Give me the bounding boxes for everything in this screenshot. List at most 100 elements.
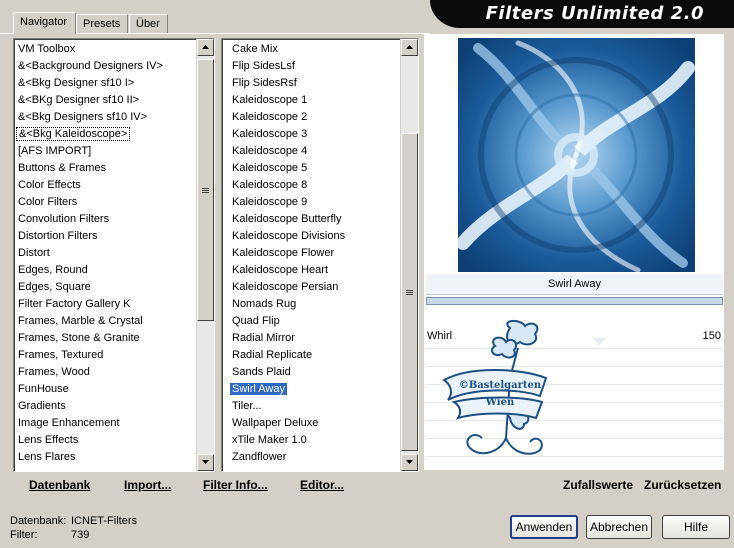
filter-list-item[interactable]: Kaleidoscope 4 (228, 143, 400, 160)
list-item-label: Swirl Away (230, 383, 287, 395)
list-item-label: Kaleidoscope Butterfly (232, 213, 342, 225)
filter-list-item[interactable]: Kaleidoscope Flower (228, 245, 400, 262)
filter-list[interactable]: Cake Mix Flip SidesLsf Flip SidesRsf Kaleid… (228, 39, 400, 466)
list-item-label: Filter Factory Gallery K (18, 298, 131, 310)
scroll-down-icon[interactable] (197, 454, 214, 471)
filter-list-item[interactable]: Tiler... (228, 398, 400, 415)
filter-list-item[interactable]: Zandflower (228, 449, 400, 466)
filter-list-item[interactable]: xTile Maker 1.0 (228, 432, 400, 449)
database-link[interactable]: Datenbank (29, 478, 90, 492)
category-list[interactable]: VM Toolbox &<Background Designers IV> &<Bk… (14, 39, 196, 466)
filter-list-item[interactable]: Sands Plaid (228, 364, 400, 381)
category-list-item[interactable]: Frames, Marble & Crystal (14, 313, 196, 330)
scroll-up-icon[interactable] (197, 39, 214, 56)
import-link[interactable]: Import... (124, 478, 171, 492)
list-item-label: VM Toolbox (18, 43, 76, 55)
random-values-link[interactable]: Zufallswerte (563, 478, 633, 492)
list-item-label: xTile Maker 1.0 (232, 434, 307, 446)
list-item-label: Image Enhancement (18, 417, 120, 429)
list-item-label: Kaleidoscope 3 (232, 128, 308, 140)
filter-list-item[interactable]: Kaleidoscope Heart (228, 262, 400, 279)
category-list-item[interactable]: Distortion Filters (14, 228, 196, 245)
category-list-item[interactable]: FunHouse (14, 381, 196, 398)
category-list-item[interactable]: &<Bkg Designer sf10 I> (14, 75, 196, 92)
param-slider-thumb-icon[interactable] (592, 338, 606, 345)
filter-scrollbar[interactable] (400, 39, 418, 471)
scroll-thumb[interactable] (401, 133, 418, 451)
help-button[interactable]: Hilfe (662, 515, 730, 539)
right-link-bar: Zufallswerte Zurücksetzen (424, 472, 724, 498)
category-list-item[interactable]: Color Filters (14, 194, 196, 211)
filter-list-item[interactable]: Flip SidesRsf (228, 75, 400, 92)
watermark-line2: Wien (485, 397, 515, 408)
scroll-down-icon[interactable] (401, 454, 418, 471)
filter-list-item[interactable]: Kaleidoscope 5 (228, 160, 400, 177)
category-list-item[interactable]: Edges, Square (14, 279, 196, 296)
filter-list-item[interactable]: Radial Replicate (228, 347, 400, 364)
category-list-item[interactable]: [AFS IMPORT] (14, 143, 196, 160)
category-list-item[interactable]: Lens Effects (14, 432, 196, 449)
filter-list-item[interactable]: Kaleidoscope 9 (228, 194, 400, 211)
scroll-thumb[interactable] (197, 59, 214, 321)
filter-info-link[interactable]: Filter Info... (203, 478, 268, 492)
status-filter-value: 739 (71, 529, 90, 541)
list-item-label: Gradients (18, 400, 66, 412)
filter-list-item[interactable]: Flip SidesLsf (228, 58, 400, 75)
filter-list-item[interactable]: Quad Flip (228, 313, 400, 330)
filter-list-item[interactable]: Kaleidoscope Divisions (228, 228, 400, 245)
list-item-label: Wallpaper Deluxe (232, 417, 319, 429)
status-database-label: Datenbank: (10, 515, 67, 527)
list-item-label: Kaleidoscope 1 (232, 94, 308, 106)
list-item-label: Flip SidesRsf (232, 77, 297, 89)
category-list-item[interactable]: VM Toolbox (14, 41, 196, 58)
category-list-item[interactable]: Color Effects (14, 177, 196, 194)
list-item-label: Color Filters (18, 196, 78, 208)
filter-list-item[interactable]: Kaleidoscope 8 (228, 177, 400, 194)
filter-list-item[interactable]: Kaleidoscope 2 (228, 109, 400, 126)
list-item-label: Zandflower (232, 451, 287, 463)
category-list-item[interactable]: Buttons & Frames (14, 160, 196, 177)
filter-list-item[interactable]: Kaleidoscope 1 (228, 92, 400, 109)
tab-presets[interactable]: Presets (76, 14, 128, 33)
category-list-item[interactable]: Filter Factory Gallery K (14, 296, 196, 313)
filter-list-pane: Cake Mix Flip SidesLsf Flip SidesRsf Kaleid… (221, 38, 419, 472)
category-list-item[interactable]: Frames, Stone & Granite (14, 330, 196, 347)
filter-list-item[interactable]: Cake Mix (228, 41, 400, 58)
list-item-label: Kaleidoscope Heart (232, 264, 329, 276)
tab-navigator[interactable]: Navigator (13, 12, 76, 34)
category-list-item[interactable]: &<BKg Designer sf10 II> (14, 92, 196, 109)
watermark-text: ©Bastelgarten Wien (458, 380, 542, 408)
reset-link[interactable]: Zurücksetzen (644, 478, 721, 492)
help-button-label: Hilfe (683, 520, 708, 534)
category-list-item[interactable]: Frames, Wood (14, 364, 196, 381)
editor-link[interactable]: Editor... (300, 478, 344, 492)
list-item-label: Kaleidoscope Persian (232, 281, 339, 293)
filter-list-item[interactable]: Swirl Away (228, 381, 400, 398)
category-scrollbar[interactable] (196, 39, 214, 471)
list-item-label: Kaleidoscope 8 (232, 179, 308, 191)
category-list-item[interactable]: Gradients (14, 398, 196, 415)
filter-list-item[interactable]: Kaleidoscope Persian (228, 279, 400, 296)
category-list-item[interactable]: Distort (14, 245, 196, 262)
filter-list-item[interactable]: Wallpaper Deluxe (228, 415, 400, 432)
category-list-item[interactable]: &<Background Designers IV> (14, 58, 196, 75)
cancel-button[interactable]: Abbrechen (586, 515, 652, 539)
scroll-up-icon[interactable] (401, 39, 418, 56)
category-list-item[interactable]: Image Enhancement (14, 415, 196, 432)
title-banner: Filters Unlimited 2.0 (430, 0, 734, 28)
category-list-item[interactable]: Convolution Filters (14, 211, 196, 228)
apply-button[interactable]: Anwenden (510, 515, 578, 539)
category-list-item[interactable]: Frames, Textured (14, 347, 196, 364)
category-list-item[interactable]: &<Bkg Designers sf10 IV> (14, 109, 196, 126)
category-list-item[interactable]: Lens Flares (14, 449, 196, 466)
filter-list-item[interactable]: Nomads Rug (228, 296, 400, 313)
list-item-label: Distortion Filters (18, 230, 98, 242)
list-item-label: Kaleidoscope 9 (232, 196, 308, 208)
category-list-item[interactable]: Edges, Round (14, 262, 196, 279)
category-list-item[interactable]: &<Bkg Kaleidoscope> (14, 126, 196, 143)
list-item-label: &<Bkg Designer sf10 I> (18, 77, 135, 89)
filter-list-item[interactable]: Radial Mirror (228, 330, 400, 347)
filter-list-item[interactable]: Kaleidoscope Butterfly (228, 211, 400, 228)
tab-uber[interactable]: Über (129, 14, 168, 33)
filter-list-item[interactable]: Kaleidoscope 3 (228, 126, 400, 143)
